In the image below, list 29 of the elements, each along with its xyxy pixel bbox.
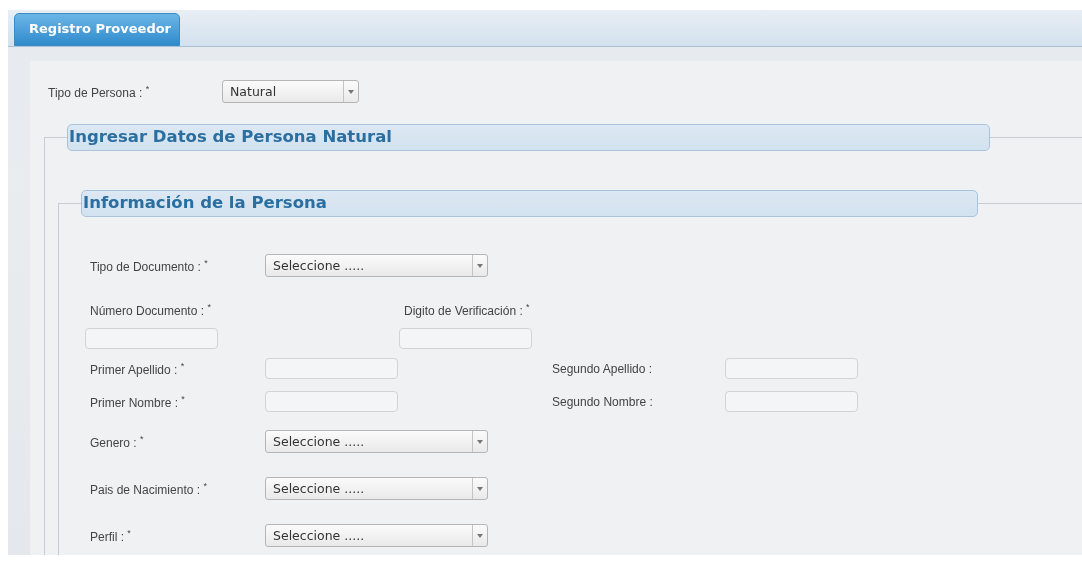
field-label: Segundo Apellido : <box>552 361 654 376</box>
dropdown[interactable]: Seleccione ..... <box>265 524 488 547</box>
dropdown[interactable]: Seleccione ..... <box>265 477 488 500</box>
caret-down-icon <box>477 263 483 268</box>
text-field[interactable] <box>265 391 398 412</box>
field-label: Pais de Nacimiento : $^{*}$ <box>90 480 208 497</box>
field-label: Primer Nombre : $^{*}$ <box>90 393 186 410</box>
caret-down-icon <box>477 486 483 491</box>
text-field[interactable] <box>85 328 218 349</box>
dropdown[interactable]: Seleccione ..... <box>265 430 488 453</box>
field-label: Segundo Nombre : <box>552 394 654 409</box>
text-field[interactable] <box>725 391 858 412</box>
field-label: Genero : $^{*}$ <box>90 433 145 450</box>
text-field[interactable] <box>399 328 532 349</box>
dropdown[interactable]: Natural <box>222 80 359 103</box>
text-field[interactable] <box>725 358 858 379</box>
section-title: Ingresar Datos de Persona Natural <box>67 124 990 151</box>
text-field[interactable] <box>265 358 398 379</box>
caret-down-icon <box>477 533 483 538</box>
field-label: Primer Apellido : $^{*}$ <box>90 360 186 377</box>
field-label: Número Documento : $^{*}$ <box>90 302 212 318</box>
caret-down-icon <box>477 439 483 444</box>
field-label: Tipo de Persona : $^{*}$ <box>48 83 151 100</box>
field-label: Perfil : $^{*}$ <box>90 527 132 544</box>
field-label: Digito de Verificación : $^{*}$ <box>404 302 531 318</box>
dropdown[interactable]: Seleccione ..... <box>265 254 488 277</box>
field-label: Tipo de Documento : $^{*}$ <box>90 257 209 274</box>
section-title: Información de la Persona <box>81 190 978 217</box>
caret-down-icon <box>348 89 354 94</box>
